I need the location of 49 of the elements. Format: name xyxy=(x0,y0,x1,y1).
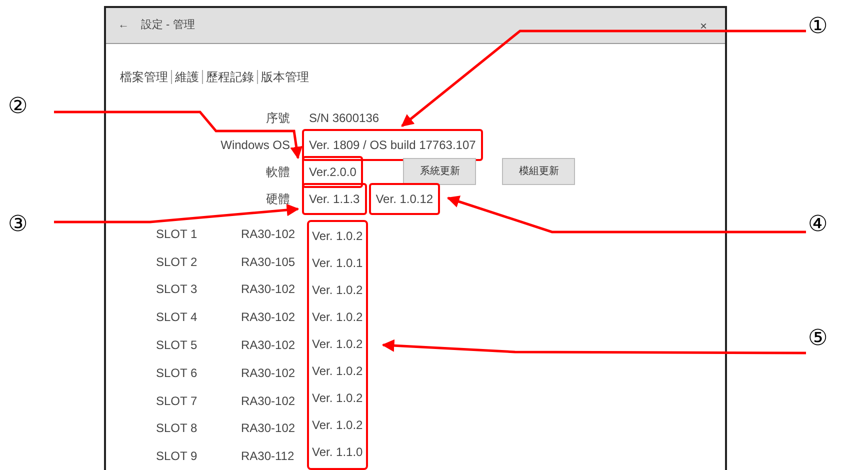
version-value: Ver. 1.0.2 xyxy=(312,390,363,406)
module-model: RA30-105 xyxy=(241,254,296,271)
version-value: Ver. 1.1.3 xyxy=(302,182,367,214)
version-value: Ver. 1.0.1 xyxy=(312,254,363,272)
version-value: Ver. 1.0.12 xyxy=(368,182,440,214)
close-button[interactable]: × xyxy=(700,16,707,34)
slot-label: SLOT 2 xyxy=(156,254,198,271)
module-model: RA30-102 xyxy=(241,364,296,382)
slot-label: SLOT 7 xyxy=(156,392,198,410)
version-value: S/N 3600136 xyxy=(308,110,380,126)
slot-label: SLOT 3 xyxy=(156,281,198,298)
version-value: Ver. 1.1.0 xyxy=(312,444,363,460)
nav-link[interactable]: 檔案管理 xyxy=(120,68,168,86)
slot-label: SLOT 9 xyxy=(156,448,198,466)
slot-label: SLOT 4 xyxy=(156,309,198,326)
version-value: Ver.2.0.0 xyxy=(302,156,364,188)
module-model: RA30-102 xyxy=(241,420,296,438)
back-button[interactable]: ← xyxy=(118,17,129,34)
version-value: Ver. 1.0.2 xyxy=(312,416,363,434)
version-value: Ver. 1.0.2 xyxy=(312,308,363,326)
field-label: Windows OS xyxy=(220,136,290,154)
module-model: RA30-102 xyxy=(241,309,296,326)
version-value: Ver. 1.0.2 xyxy=(312,336,363,352)
callout-number: ④ xyxy=(808,214,828,236)
version-value: Ver. 1.0.2 xyxy=(312,228,363,244)
nav-link[interactable]: 歷程記錄 xyxy=(206,68,254,86)
version-value: Ver. 1.0.2 xyxy=(312,282,363,298)
module-model: RA30-102 xyxy=(241,226,296,243)
slot-label: SLOT 6 xyxy=(156,364,198,382)
field-label: 硬體 xyxy=(265,190,290,208)
slot-label: SLOT 1 xyxy=(156,226,198,243)
slot-label: SLOT 8 xyxy=(156,420,198,438)
nav-link[interactable]: 版本管理 xyxy=(261,68,309,86)
callout-number: ⑤ xyxy=(808,328,828,350)
callout-number: ③ xyxy=(8,214,28,236)
nav-link[interactable]: 維護 xyxy=(175,68,199,86)
update-button[interactable]: 模組更新 xyxy=(502,158,576,185)
module-model: RA30-102 xyxy=(241,337,296,354)
update-button[interactable]: 系統更新 xyxy=(403,158,476,185)
field-label: 軟體 xyxy=(265,164,290,180)
module-model: RA30-112 xyxy=(241,448,296,466)
slot-label: SLOT 5 xyxy=(156,337,198,354)
field-label: 序號 xyxy=(265,110,290,126)
callout-number: ① xyxy=(808,16,828,38)
callout-number: ② xyxy=(8,96,28,118)
window-title: 設定 - 管理 xyxy=(141,18,195,34)
version-value: Ver. 1.0.2 xyxy=(312,362,363,380)
module-model: RA30-102 xyxy=(241,281,296,298)
module-model: RA30-102 xyxy=(241,392,296,410)
